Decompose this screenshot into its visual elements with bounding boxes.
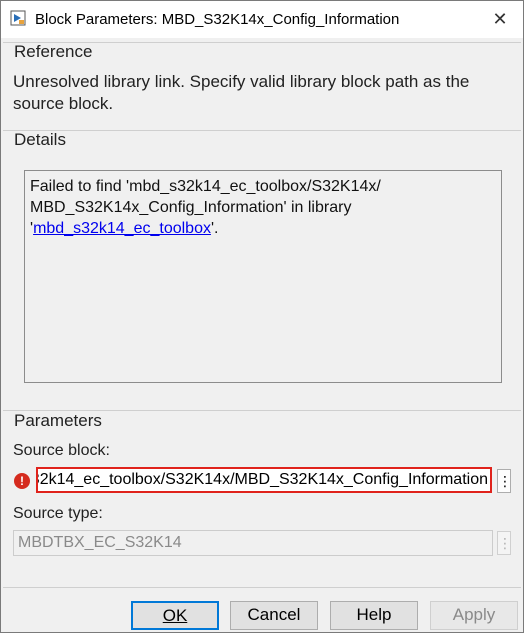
close-button[interactable]: ✕ bbox=[477, 1, 523, 38]
close-icon: ✕ bbox=[492, 9, 508, 29]
more-options-icon: ⋮ bbox=[498, 473, 512, 489]
ok-button[interactable]: OK bbox=[131, 601, 219, 630]
help-label: Help bbox=[356, 605, 392, 624]
source-block-value: mbd_s32k14_ec_toolbox/S32K14x/MBD_S32K14… bbox=[38, 471, 488, 488]
block-parameters-dialog: Block Parameters: MBD_S32K14x_Config_Inf… bbox=[0, 0, 524, 633]
details-message: Failed to find 'mbd_s32k14_ec_toolbox/S3… bbox=[30, 176, 490, 239]
library-link[interactable]: mbd_s32k14_ec_toolbox bbox=[33, 220, 211, 237]
apply-label: Apply bbox=[452, 605, 496, 624]
apply-button: Apply bbox=[430, 601, 518, 630]
title-bar[interactable]: Block Parameters: MBD_S32K14x_Config_Inf… bbox=[1, 1, 523, 38]
cancel-label: Cancel bbox=[247, 605, 301, 624]
buttons-separator bbox=[3, 587, 521, 588]
reference-message: Unresolved library link. Specify valid l… bbox=[13, 72, 470, 113]
help-button[interactable]: Help bbox=[330, 601, 418, 630]
parameters-title: Parameters bbox=[14, 411, 102, 430]
source-type-label: Source type: bbox=[13, 505, 103, 522]
source-block-label: Source block: bbox=[13, 442, 110, 459]
source-type-menu-button: ⋮ bbox=[497, 531, 512, 555]
details-title: Details bbox=[14, 130, 66, 149]
reference-title: Reference bbox=[14, 42, 93, 61]
ok-label: OK bbox=[162, 606, 188, 625]
source-type-field: MBDTBX_EC_S32K14 bbox=[13, 530, 493, 556]
more-options-icon: ⋮ bbox=[498, 535, 512, 551]
window-title: Block Parameters: MBD_S32K14x_Config_Inf… bbox=[35, 11, 400, 28]
details-separator bbox=[3, 130, 521, 131]
cancel-button[interactable]: Cancel bbox=[230, 601, 318, 630]
source-block-menu-button[interactable]: ⋮ bbox=[497, 469, 512, 493]
details-text-after: '. bbox=[210, 220, 219, 237]
details-text-area[interactable]: Failed to find 'mbd_s32k14_ec_toolbox/S3… bbox=[24, 170, 502, 383]
source-block-input[interactable]: mbd_s32k14_ec_toolbox/S32K14x/MBD_S32K14… bbox=[36, 467, 492, 493]
simulink-block-icon bbox=[10, 10, 26, 26]
error-icon: ! bbox=[14, 473, 30, 489]
